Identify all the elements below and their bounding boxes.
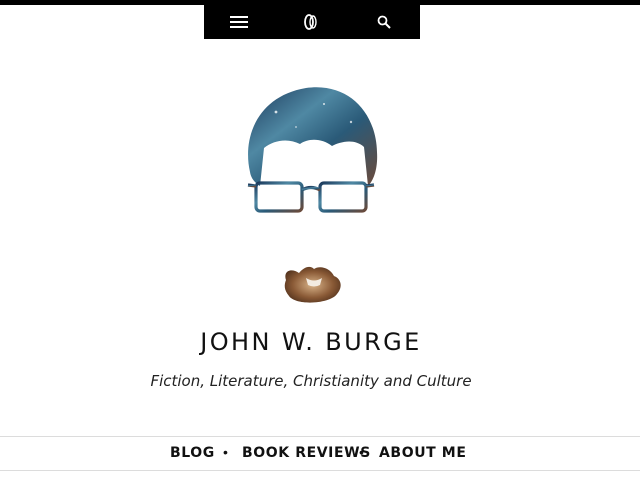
hamburger-menu-icon[interactable] — [219, 5, 259, 39]
site-tagline: Fiction, Literature, Christianity and Cu… — [150, 372, 472, 390]
search-icon[interactable] — [364, 5, 404, 39]
glasses-shape — [247, 181, 375, 213]
nav-separator: • — [359, 444, 364, 460]
main-navigation: BLOG • BOOK REVIEWS • ABOUT ME — [0, 436, 640, 471]
top-toolbar — [204, 5, 420, 39]
nav-separator: • — [223, 444, 228, 460]
nav-item-blog[interactable]: BLOG — [170, 445, 215, 461]
site-title[interactable]: JOHN W. BURGE — [0, 328, 622, 356]
author-avatar-illustration — [247, 87, 378, 303]
nav-item-about-me[interactable]: ABOUT ME — [379, 445, 467, 461]
site-logo-icon[interactable] — [291, 5, 331, 39]
nav-item-book-reviews[interactable]: BOOK REVIEWS — [242, 445, 371, 461]
hair-shape — [248, 87, 378, 186]
